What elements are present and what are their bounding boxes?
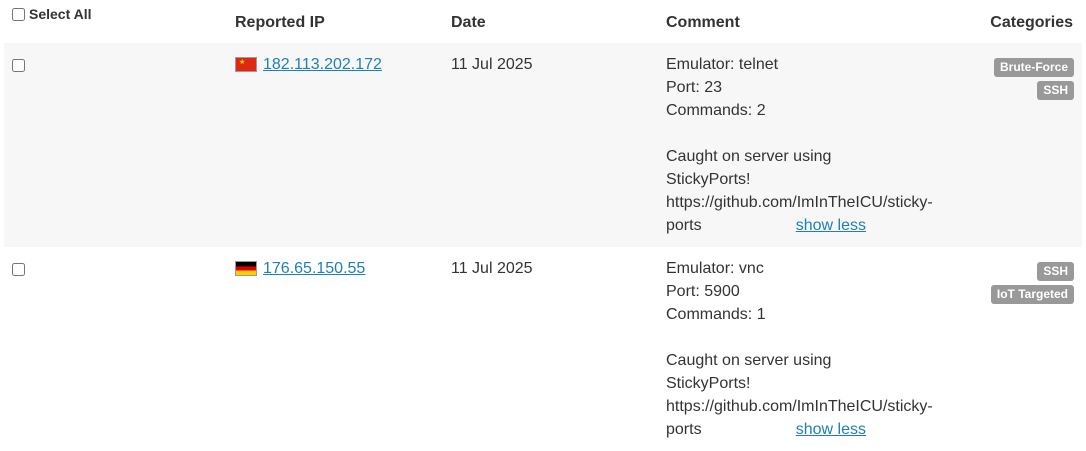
select-all-label[interactable]: Select All: [12, 6, 92, 22]
ip-cell: 176.65.150.55: [227, 247, 443, 451]
categories-header: Categories: [990, 14, 1073, 31]
category-badge: Brute-Force: [993, 58, 1074, 77]
table-header-row: Select All Reported IP Date Comment Cate…: [4, 0, 1082, 43]
comment-header: Comment: [666, 14, 740, 31]
china-flag-icon: ★: [235, 57, 257, 72]
germany-flag-icon: [235, 261, 257, 276]
category-badge: IoT Targeted: [990, 285, 1074, 304]
reports-table: Select All Reported IP Date Comment Cate…: [4, 0, 1082, 451]
comment-tail: ports: [666, 217, 702, 234]
table-row: ★ 182.113.202.172 11 Jul 2025 Emulator: …: [4, 43, 1082, 247]
row-checkbox[interactable]: [12, 263, 25, 276]
comment-text: Emulator: vnc Port: 5900 Commands: 1 Cau…: [666, 260, 933, 415]
date-cell: 11 Jul 2025: [451, 56, 533, 73]
select-all-text: Select All: [29, 6, 92, 22]
ip-link[interactable]: 182.113.202.172: [263, 53, 382, 76]
row-select-cell: [4, 43, 227, 247]
categories-cell: SSH IoT Targeted: [964, 247, 1082, 451]
select-all-checkbox[interactable]: [12, 7, 25, 21]
select-all-header: Select All: [4, 0, 227, 43]
ip-link[interactable]: 176.65.150.55: [263, 257, 365, 280]
show-less-link[interactable]: show less: [796, 214, 866, 237]
row-select-cell: [4, 247, 227, 451]
comment-tail: ports: [666, 421, 702, 438]
category-badge: SSH: [1037, 81, 1074, 100]
date-cell: 11 Jul 2025: [451, 260, 533, 277]
row-checkbox[interactable]: [12, 59, 25, 72]
comment-text: Emulator: telnet Port: 23 Commands: 2 Ca…: [666, 56, 933, 211]
comment-cell: Emulator: vnc Port: 5900 Commands: 1 Cau…: [658, 247, 964, 451]
ip-cell: ★ 182.113.202.172: [227, 43, 443, 247]
show-less-link[interactable]: show less: [796, 418, 866, 441]
reported-ip-header: Reported IP: [235, 14, 325, 31]
categories-cell: Brute-Force SSH: [964, 43, 1082, 247]
comment-cell: Emulator: telnet Port: 23 Commands: 2 Ca…: [658, 43, 964, 247]
date-header: Date: [451, 14, 486, 31]
category-badge: SSH: [1037, 262, 1074, 281]
table-row: 176.65.150.55 11 Jul 2025 Emulator: vnc …: [4, 247, 1082, 451]
